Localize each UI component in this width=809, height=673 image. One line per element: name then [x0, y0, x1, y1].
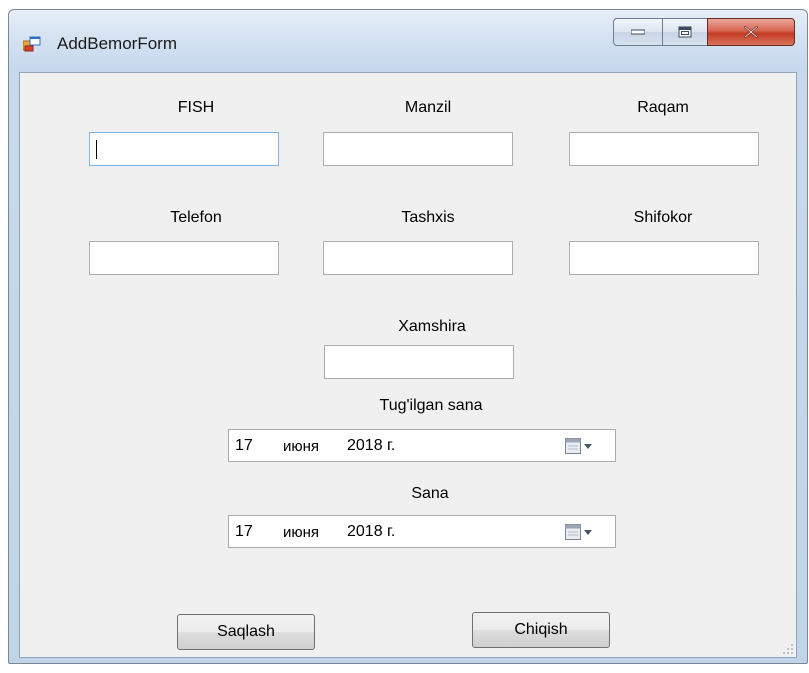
title-bar[interactable]: AddBemorForm — [9, 10, 807, 72]
maximize-icon — [678, 26, 692, 38]
form-client-area: FISH Manzil Raqam Telefon Tashxis Shifok… — [19, 72, 797, 658]
sana-date-day[interactable]: 17 — [235, 523, 253, 541]
minimize-icon — [631, 29, 645, 35]
raqam-label: Raqam — [637, 99, 689, 116]
telefon-label: Telefon — [170, 209, 222, 226]
app-form-icon — [23, 36, 41, 52]
xamshira-label: Xamshira — [398, 318, 466, 335]
sana-date-month[interactable]: июня — [283, 524, 319, 541]
tashxis-input[interactable] — [323, 241, 513, 275]
minimize-button[interactable] — [613, 18, 663, 46]
sana-date-year[interactable]: 2018 г. — [347, 523, 395, 541]
shifokor-label: Shifokor — [633, 209, 693, 226]
raqam-input[interactable] — [569, 132, 759, 166]
manzil-label: Manzil — [404, 99, 452, 116]
calendar-dropdown-icon[interactable] — [563, 436, 603, 456]
calendar-dropdown-icon[interactable] — [563, 522, 603, 542]
birth-date-picker[interactable]: 17 июня 2018 г. — [228, 429, 616, 462]
fish-label: FISH — [177, 99, 215, 116]
close-icon — [744, 26, 758, 38]
maximize-button[interactable] — [662, 18, 708, 46]
telefon-input[interactable] — [89, 241, 279, 275]
birth-date-year[interactable]: 2018 г. — [347, 437, 395, 455]
fish-input[interactable] — [89, 132, 279, 166]
window-title: AddBemorForm — [57, 34, 177, 53]
exit-button[interactable]: Chiqish — [472, 612, 610, 648]
sana-label: Sana — [411, 485, 449, 502]
tashxis-label: Tashxis — [401, 209, 455, 226]
text-caret — [96, 140, 97, 159]
xamshira-input[interactable] — [324, 345, 514, 379]
manzil-input[interactable] — [323, 132, 513, 166]
birth-date-label: Tug'ilgan sana — [379, 397, 483, 414]
close-button[interactable] — [707, 18, 795, 46]
resize-grip-icon[interactable] — [782, 643, 794, 655]
birth-date-day[interactable]: 17 — [235, 437, 253, 455]
save-button[interactable]: Saqlash — [177, 614, 315, 650]
shifokor-input[interactable] — [569, 241, 759, 275]
sana-date-picker[interactable]: 17 июня 2018 г. — [228, 515, 616, 548]
birth-date-month[interactable]: июня — [283, 438, 319, 455]
window: AddBemorForm FISH Manzil Raqam Telefon T… — [8, 9, 808, 664]
